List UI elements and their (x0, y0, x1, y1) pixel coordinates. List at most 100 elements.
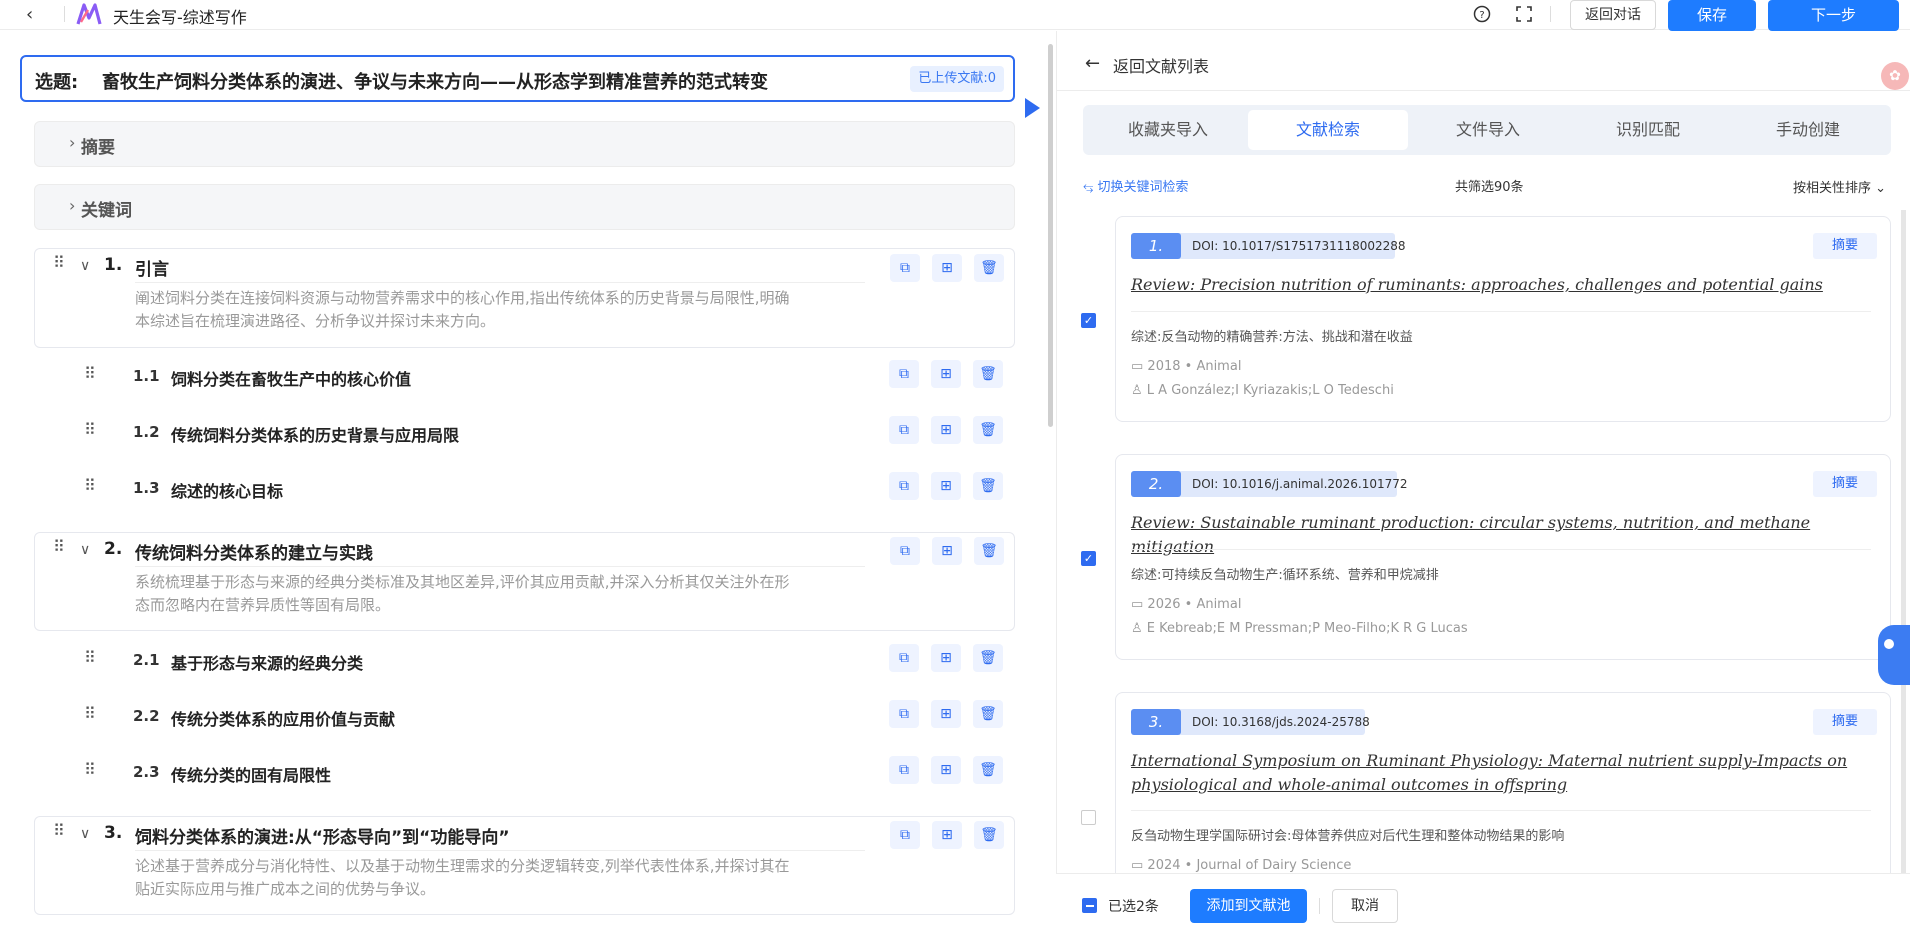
select-all-checkbox[interactable] (1082, 898, 1097, 913)
back-chevron-icon[interactable]: ‹ (26, 4, 33, 25)
add-subsection-icon[interactable]: ⊞ (932, 254, 962, 282)
reference-title[interactable]: Review: Precision nutrition of ruminants… (1131, 273, 1871, 297)
drag-handle-icon[interactable]: ⠿ (84, 366, 100, 382)
next-step-button[interactable]: 下一步 (1768, 0, 1899, 31)
drag-handle-icon[interactable]: ⠿ (84, 650, 100, 666)
add-subsection-icon[interactable]: ⊞ (931, 360, 961, 388)
topic-text[interactable]: 畜牧生产饲料分类体系的演进、争议与未来方向——从形态学到精准营养的范式转变 (102, 68, 768, 94)
abstract-collapsible[interactable]: › 摘要 (34, 121, 1015, 167)
add-to-pool-button[interactable]: 添加到文献池 (1190, 889, 1307, 923)
arrow-left-icon[interactable]: ← (1085, 53, 1100, 74)
section-title[interactable]: 传统饲料分类体系的建立与实践 (135, 539, 373, 564)
delete-icon[interactable]: 🗑 (973, 756, 1003, 784)
scrollbar[interactable] (1901, 210, 1906, 873)
insert-icon[interactable]: ⧉ (889, 700, 919, 728)
delete-icon[interactable]: 🗑 (973, 644, 1003, 672)
tab-favorites-import[interactable]: 收藏夹导入 (1088, 110, 1248, 150)
topic-box[interactable]: 选题: 畜牧生产饲料分类体系的演进、争议与未来方向——从形态学到精准营养的范式转… (20, 55, 1015, 102)
tab-file-import[interactable]: 文件导入 (1408, 110, 1568, 150)
back-to-list-link[interactable]: 返回文献列表 (1113, 53, 1209, 77)
delete-icon[interactable]: 🗑 (973, 360, 1003, 388)
subsection-title[interactable]: 饲料分类在畜牧生产中的核心价值 (171, 366, 411, 390)
reference-number: 1. (1131, 233, 1181, 259)
scrollbar[interactable] (1048, 44, 1053, 427)
delete-icon[interactable]: 🗑 (973, 700, 1003, 728)
subsection-number: 1.2 (133, 423, 160, 441)
subsection-title[interactable]: 传统分类的固有局限性 (171, 762, 331, 786)
topic-label: 选题: (35, 72, 79, 93)
insert-icon[interactable]: ⧉ (889, 756, 919, 784)
drag-handle-icon[interactable]: ⠿ (84, 422, 100, 438)
section-desc[interactable]: 系统梳理基于形态与来源的经典分类标准及其地区差异,评价其应用贡献,并深入分析其仅… (135, 571, 790, 617)
add-subsection-icon[interactable]: ⊞ (931, 644, 961, 672)
top-bar: ‹ 天生会写-综述写作 ? 返回对话 保存 下一步 (0, 0, 1910, 31)
insert-icon[interactable]: ⧉ (889, 472, 919, 500)
subsection-number: 2.1 (133, 651, 160, 669)
reference-checkbox[interactable]: ✓ (1081, 313, 1096, 328)
drag-handle-icon[interactable]: ⠿ (53, 539, 69, 555)
subsection-title[interactable]: 综述的核心目标 (171, 478, 283, 502)
reference-checkbox[interactable]: ✓ (1081, 551, 1096, 566)
subsection-number: 2.3 (133, 763, 160, 781)
sort-dropdown[interactable]: 按相关性排序 ⌄ (1793, 177, 1886, 196)
fullscreen-icon[interactable] (1514, 5, 1534, 25)
abstract-button[interactable]: 摘要 (1813, 471, 1877, 497)
reference-card[interactable]: 2. DOI: 10.1016/j.animal.2026.101772 摘要 … (1115, 454, 1891, 660)
save-button[interactable]: 保存 (1668, 0, 1756, 31)
delete-icon[interactable]: 🗑 (973, 472, 1003, 500)
delete-icon[interactable]: 🗑 (974, 537, 1004, 565)
reference-title[interactable]: International Symposium on Ruminant Phys… (1131, 749, 1871, 797)
add-subsection-icon[interactable]: ⊞ (931, 756, 961, 784)
help-icon[interactable]: ? (1472, 5, 1492, 25)
section-desc[interactable]: 阐述饲料分类在连接饲料资源与动物营养需求中的核心作用,指出传统体系的历史背景与局… (135, 287, 790, 333)
drag-handle-icon[interactable]: ⠿ (84, 706, 100, 722)
reference-title[interactable]: Review: Sustainable ruminant production:… (1131, 511, 1871, 559)
subsection-title[interactable]: 传统饲料分类体系的历史背景与应用局限 (171, 422, 459, 446)
delete-icon[interactable]: 🗑 (974, 254, 1004, 282)
insert-icon[interactable]: ⧉ (890, 254, 920, 282)
insert-icon[interactable]: ⧉ (889, 644, 919, 672)
drag-handle-icon[interactable]: ⠿ (84, 478, 100, 494)
divider (1131, 549, 1871, 550)
cancel-button[interactable]: 取消 (1332, 889, 1398, 923)
insert-icon[interactable]: ⧉ (889, 416, 919, 444)
reference-card[interactable]: 1. DOI: 10.1017/S1751731118002288 摘要 Rev… (1115, 216, 1891, 422)
insert-icon[interactable]: ⧉ (890, 537, 920, 565)
add-subsection-icon[interactable]: ⊞ (932, 821, 962, 849)
add-subsection-icon[interactable]: ⊞ (931, 700, 961, 728)
chevron-down-icon[interactable]: ∨ (80, 826, 90, 842)
delete-icon[interactable]: 🗑 (974, 821, 1004, 849)
add-subsection-icon[interactable]: ⊞ (931, 472, 961, 500)
subsection-title[interactable]: 传统分类体系的应用价值与贡献 (171, 706, 395, 730)
keywords-collapsible[interactable]: › 关键词 (34, 184, 1015, 230)
tab-manual-create[interactable]: 手动创建 (1728, 110, 1888, 150)
reference-checkbox[interactable] (1081, 810, 1096, 825)
drag-handle-icon[interactable]: ⠿ (53, 823, 69, 839)
add-subsection-icon[interactable]: ⊞ (931, 416, 961, 444)
chevron-down-icon[interactable]: ∨ (80, 542, 90, 558)
abstract-button[interactable]: 摘要 (1813, 233, 1877, 259)
insert-icon[interactable]: ⧉ (889, 360, 919, 388)
abstract-button[interactable]: 摘要 (1813, 709, 1877, 735)
section-title[interactable]: 饲料分类体系的演进:从“形态导向”到“功能导向” (135, 823, 510, 848)
chevron-down-icon[interactable]: ∨ (80, 258, 90, 274)
mascot-icon[interactable] (1878, 625, 1910, 685)
insert-icon[interactable]: ⧉ (890, 821, 920, 849)
uploaded-count-badge: 已上传文献:0 (910, 66, 1004, 92)
play-arrow-icon[interactable] (1025, 98, 1040, 118)
switch-keyword-search-link[interactable]: ⥃ 切换关键词检索 (1083, 176, 1189, 195)
delete-icon[interactable]: 🗑 (973, 416, 1003, 444)
drag-handle-icon[interactable]: ⠿ (53, 255, 69, 271)
add-subsection-icon[interactable]: ⊞ (932, 537, 962, 565)
section-card: ⠿ ∨ 3. 饲料分类体系的演进:从“形态导向”到“功能导向” 论述基于营养成分… (34, 816, 1015, 915)
assistant-logo-icon[interactable]: ✿ (1881, 62, 1909, 90)
section-desc[interactable]: 论述基于营养成分与消化特性、以及基于动物生理需求的分类逻辑转变,列举代表性体系,… (135, 855, 790, 901)
tab-literature-search[interactable]: 文献检索 (1248, 110, 1408, 150)
result-count: 共筛选90条 (1455, 180, 1524, 195)
subsection-title[interactable]: 基于形态与来源的经典分类 (171, 650, 363, 674)
section-title[interactable]: 引言 (135, 255, 169, 280)
outline-panel: 选题: 畜牧生产饲料分类体系的演进、争议与未来方向——从形态学到精准营养的范式转… (0, 31, 1040, 933)
drag-handle-icon[interactable]: ⠿ (84, 762, 100, 778)
back-to-chat-button[interactable]: 返回对话 (1570, 0, 1656, 30)
tab-recognize-match[interactable]: 识别匹配 (1568, 110, 1728, 150)
